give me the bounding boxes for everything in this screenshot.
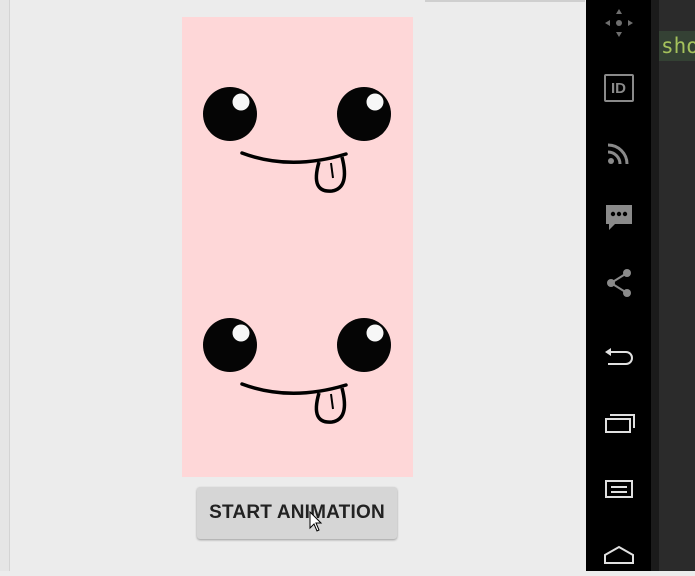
recent-apps-icon[interactable] xyxy=(586,401,651,445)
home-icon[interactable] xyxy=(586,532,651,576)
sms-icon[interactable] xyxy=(586,196,651,240)
face-top-graphic xyxy=(203,87,391,193)
rss-icon[interactable] xyxy=(586,131,651,175)
menu-icon[interactable] xyxy=(586,466,651,510)
back-icon[interactable] xyxy=(586,336,651,380)
id-icon-label: ID xyxy=(603,74,634,102)
editor-gutter xyxy=(651,0,659,571)
code-snippet: sho xyxy=(659,31,695,61)
face-bottom xyxy=(182,314,413,444)
id-icon[interactable]: ID xyxy=(586,66,651,110)
start-animation-button[interactable]: START ANIMATION xyxy=(197,487,397,539)
code-editor[interactable] xyxy=(659,0,695,571)
share-icon[interactable] xyxy=(586,261,651,305)
move-icon[interactable] xyxy=(586,1,651,45)
face-bottom-graphic xyxy=(203,318,391,424)
emulator-sidebar: ID xyxy=(586,0,651,571)
animated-image-view xyxy=(182,17,413,477)
face-top xyxy=(182,83,413,213)
mouse-cursor-icon xyxy=(309,511,323,532)
